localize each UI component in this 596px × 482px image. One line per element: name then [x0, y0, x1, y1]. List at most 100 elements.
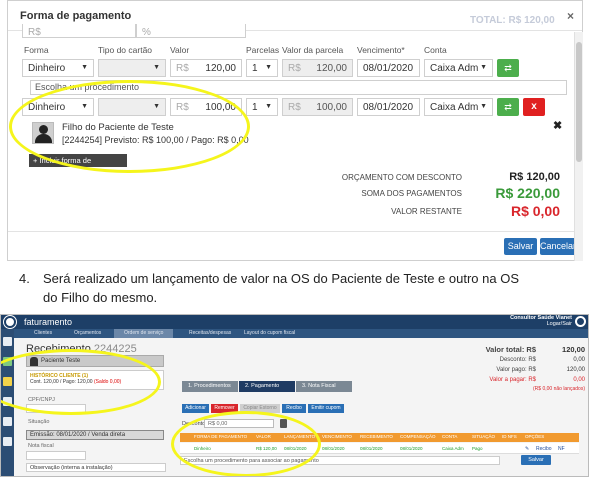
- patient-field[interactable]: Paciente Teste: [26, 355, 164, 367]
- col-valor-parcela: Valor da parcela: [282, 45, 344, 55]
- summary-label-soma: SOMA DOS PAGAMENTOS: [361, 189, 462, 198]
- emit-coupon-button[interactable]: Emitir cupom: [308, 404, 344, 413]
- col-tipo-cartao: Tipo do cartão: [98, 45, 153, 55]
- procedure-select[interactable]: Escolha um procedimento: [30, 80, 567, 95]
- top-percent-input[interactable]: %: [136, 24, 246, 38]
- procedure-select-small[interactable]: Escolha um procedimento para associar ao…: [180, 456, 500, 465]
- remove-person-icon[interactable]: ✖: [553, 119, 562, 132]
- col-parcelas: Parcelas: [246, 45, 280, 55]
- desconto-value: 0,00: [573, 357, 585, 363]
- step-number: 4.: [19, 271, 30, 286]
- table-row[interactable]: Dinheiro R$ 120,00 08/01/2020 08/01/2020…: [180, 443, 579, 454]
- logout-link[interactable]: Logar/Sair: [510, 321, 572, 327]
- history-box: HISTÓRICO CLIENTE (1) Cont. 120,00 / Pag…: [26, 370, 164, 390]
- chevron-down-icon: ▼: [153, 103, 160, 110]
- th-conta: CONTA: [442, 434, 458, 439]
- sidebar-chart-icon[interactable]: [3, 397, 12, 406]
- vencimento-input-2[interactable]: 08/01/2020: [357, 98, 420, 116]
- add-payment-button[interactable]: + Incluir forma de pagamento: [29, 154, 127, 178]
- th-id-nfs: ID NFS: [502, 434, 517, 439]
- td-forma: Dinheiro: [194, 446, 211, 451]
- valor-input-1[interactable]: R$ 120,00: [170, 59, 242, 77]
- chevron-down-icon: ▼: [265, 103, 272, 110]
- edit-icon[interactable]: ✎: [525, 446, 529, 452]
- discount-input[interactable]: R$ 0,00: [204, 419, 274, 428]
- wizard-step-3[interactable]: 3. Nota Fiscal: [296, 381, 352, 392]
- valor-parcela-input-1: R$ 120,00: [282, 59, 353, 77]
- nota-fiscal-input[interactable]: [26, 451, 86, 460]
- save-small-button[interactable]: Salvar: [521, 455, 551, 465]
- conta-select-2[interactable]: Caixa Adm ▼: [424, 98, 493, 116]
- th-situacao: SITUAÇÃO: [472, 434, 496, 439]
- chevron-down-icon: ▼: [153, 64, 160, 71]
- valor-pagar-value: 0,00: [573, 377, 585, 383]
- sidebar-home-icon[interactable]: [3, 337, 12, 346]
- modal-scrollbar[interactable]: [574, 32, 583, 261]
- billing-app-screenshot: faturamento Consultor Saúde Vianet Logar…: [0, 314, 589, 477]
- cancel-button[interactable]: Cancelar: [540, 238, 576, 255]
- receipt-title: Recebimento 2244225: [26, 343, 137, 355]
- chevron-down-icon: ▼: [480, 64, 487, 71]
- valor-pagar-label: Valor a pagar: R$: [489, 377, 536, 383]
- cpf-input[interactable]: [26, 404, 86, 413]
- nav-layout-cupom[interactable]: Layout do cupom fiscal: [244, 330, 295, 336]
- forma-select-1[interactable]: Dinheiro ▼: [22, 59, 94, 77]
- person-icon: [30, 357, 38, 366]
- person-avatar-icon: [32, 122, 54, 144]
- tipo-cartao-select-1[interactable]: ▼: [98, 59, 166, 77]
- sidebar-money-icon[interactable]: [3, 357, 12, 366]
- tipo-cartao-select-2[interactable]: ▼: [98, 98, 166, 116]
- row-nf-link[interactable]: NF: [558, 446, 565, 452]
- receipt-button[interactable]: Recibo: [282, 404, 306, 413]
- conta-select-1[interactable]: Caixa Adm ▼: [424, 59, 493, 77]
- nav-orcamentos[interactable]: Orçamentos: [74, 330, 101, 336]
- td-lancamento: 08/01/2020: [284, 446, 307, 451]
- add-button[interactable]: Adicionar: [182, 404, 209, 413]
- top-currency-input[interactable]: R$: [22, 24, 136, 38]
- valor-parcela-input-2: R$ 100,00: [282, 98, 353, 116]
- app-nav: Clientes Orçamentos Ordem de serviço Rec…: [14, 329, 588, 338]
- desconto-label: Desconto: R$: [499, 357, 536, 363]
- chevron-down-icon: ▼: [81, 64, 88, 71]
- close-icon[interactable]: ×: [567, 9, 574, 23]
- th-opcoes: OPÇÕES: [525, 434, 545, 439]
- wizard-step-1[interactable]: 1. Procedimentos: [182, 381, 238, 392]
- app-title: faturamento: [24, 317, 73, 327]
- td-valor: R$ 120,00: [256, 446, 277, 451]
- sidebar-doc-icon[interactable]: [3, 417, 12, 426]
- emission-field: Emissão: 08/01/2020 / Venda direta: [26, 430, 164, 440]
- save-button[interactable]: Salvar: [504, 238, 537, 255]
- observacao-input[interactable]: Observação (interna a instalação): [26, 463, 166, 472]
- cpf-label: CPF/CNPJ: [28, 397, 55, 403]
- row-receipt-link[interactable]: Recibo: [536, 446, 552, 452]
- th-vencimento: VENCIMENTO: [322, 434, 352, 439]
- app-topbar: faturamento Consultor Saúde Vianet Logar…: [1, 315, 588, 329]
- scrollbar-thumb[interactable]: [576, 42, 582, 162]
- td-conta: Caixa Adm: [442, 446, 464, 451]
- parcelas-select-1[interactable]: 1 ▼: [246, 59, 278, 77]
- step-line-1: Será realizado um lançamento de valor na…: [43, 271, 519, 286]
- valor-input-2[interactable]: R$ 100,00: [170, 98, 242, 116]
- swap-button-2[interactable]: ⇄: [497, 98, 519, 116]
- swap-button-1[interactable]: ⇄: [497, 59, 519, 77]
- trash-icon[interactable]: [280, 419, 287, 428]
- td-recebimento: 08/01/2020: [360, 446, 383, 451]
- forma-select-2[interactable]: Dinheiro ▼: [22, 98, 94, 116]
- sidebar-coins-icon[interactable]: [3, 377, 12, 386]
- remove-button[interactable]: Remover: [211, 404, 238, 413]
- td-compensacao: 08/01/2020: [400, 446, 423, 451]
- sidebar-settings-icon[interactable]: [3, 437, 12, 446]
- vencimento-input-1[interactable]: 08/01/2020: [357, 59, 420, 77]
- user-icon[interactable]: [575, 316, 586, 327]
- summary-value-soma: R$ 220,00: [495, 185, 560, 201]
- wizard-step-2[interactable]: 2. Pagamento: [239, 381, 295, 392]
- remove-row-button[interactable]: x: [523, 98, 545, 116]
- th-lancamento: LANÇAMENTO: [284, 434, 316, 439]
- nav-clientes[interactable]: Clientes: [34, 330, 52, 336]
- nav-receitas[interactable]: Receitas/despesas: [189, 330, 231, 336]
- copy-reversal-button[interactable]: Copiar Estorno: [240, 404, 280, 413]
- receipt-id: 2244225: [93, 343, 137, 355]
- close-icon: x: [531, 101, 537, 112]
- parcelas-select-2[interactable]: 1 ▼: [246, 98, 278, 116]
- nav-ordem-servico[interactable]: Ordem de serviço: [114, 329, 174, 338]
